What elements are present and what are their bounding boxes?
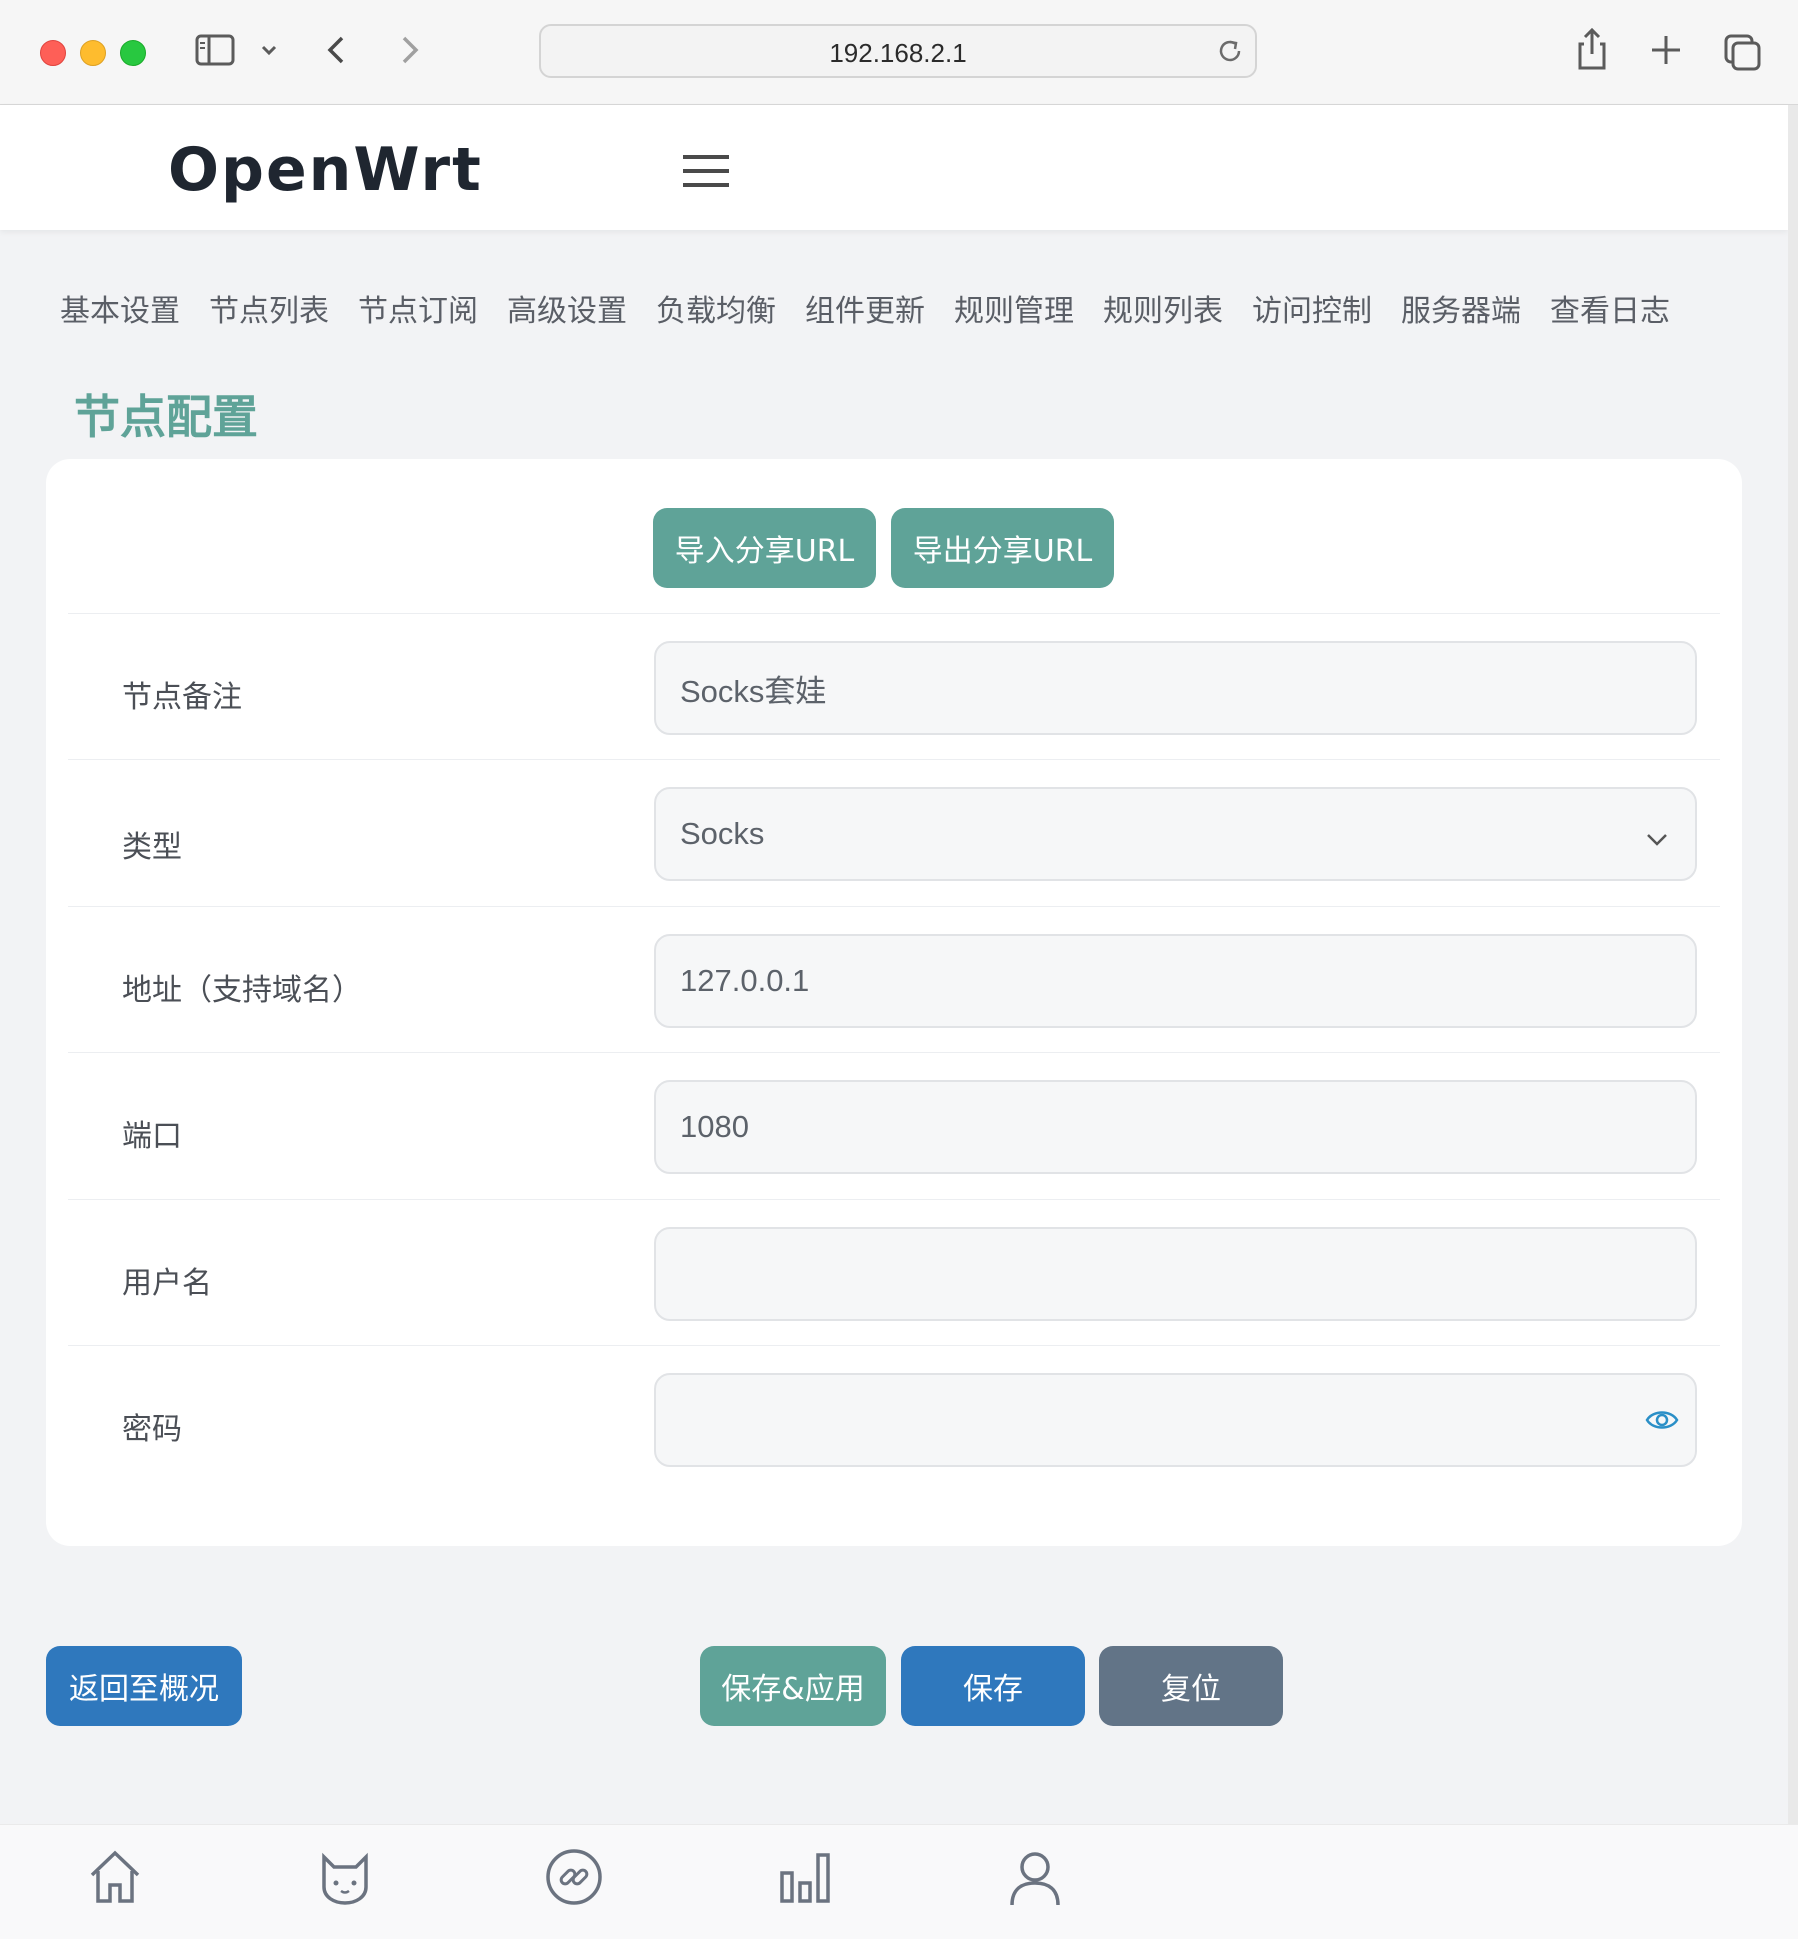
form-row-port: 端口 1080 xyxy=(68,1052,1720,1199)
new-tab-icon[interactable] xyxy=(1648,28,1684,76)
tab-overview-icon[interactable] xyxy=(1722,28,1762,76)
chevron-down-icon[interactable] xyxy=(258,28,280,76)
tab-node-list[interactable]: 节点列表 xyxy=(209,286,329,330)
url-text: 192.168.2.1 xyxy=(829,38,967,68)
zoom-window-button[interactable] xyxy=(120,40,146,66)
tab-rule-management[interactable]: 规则管理 xyxy=(954,286,1074,330)
username-label: 用户名 xyxy=(122,1266,212,1301)
port-input[interactable]: 1080 xyxy=(654,1080,1697,1174)
form-row-remark: 节点备注 Socks套娃 xyxy=(68,613,1720,760)
reset-button[interactable]: 复位 xyxy=(1099,1646,1283,1726)
page-title: 节点配置 xyxy=(74,390,258,444)
remark-value: Socks套娃 xyxy=(680,673,827,709)
remark-input[interactable]: Socks套娃 xyxy=(654,641,1697,735)
bottom-nav-bar xyxy=(0,1824,1798,1939)
tab-node-subscription[interactable]: 节点订阅 xyxy=(358,286,478,330)
tab-access-control[interactable]: 访问控制 xyxy=(1252,286,1372,330)
reload-icon[interactable] xyxy=(1215,36,1245,70)
address-value: 127.0.0.1 xyxy=(680,963,810,998)
save-and-apply-button[interactable]: 保存&应用 xyxy=(700,1646,886,1726)
page-scrollbar[interactable] xyxy=(1788,105,1798,1824)
tab-advanced-settings[interactable]: 高级设置 xyxy=(507,286,627,330)
address-input[interactable]: 127.0.0.1 xyxy=(654,934,1697,1028)
section-tabs: 基本设置 节点列表 节点订阅 高级设置 负载均衡 组件更新 规则管理 规则列表 … xyxy=(60,286,1699,330)
home-icon[interactable] xyxy=(86,1847,144,1911)
hamburger-menu-icon[interactable] xyxy=(683,153,729,193)
username-input[interactable] xyxy=(654,1227,1697,1321)
back-to-overview-button[interactable]: 返回至概况 xyxy=(46,1646,242,1726)
chevron-down-icon xyxy=(1645,823,1669,859)
address-label: 地址（支持域名） xyxy=(122,973,362,1008)
user-icon[interactable] xyxy=(1006,1847,1064,1913)
import-share-url-button[interactable]: 导入分享URL xyxy=(653,508,876,588)
tab-basic-settings[interactable]: 基本设置 xyxy=(60,286,180,330)
tab-view-logs[interactable]: 查看日志 xyxy=(1550,286,1670,330)
share-icon[interactable] xyxy=(1574,26,1610,76)
form-row-username: 用户名 xyxy=(68,1199,1720,1346)
type-value: Socks xyxy=(680,816,765,851)
bar-chart-icon[interactable] xyxy=(778,1847,832,1911)
type-select[interactable]: Socks xyxy=(654,787,1697,881)
password-input[interactable] xyxy=(654,1373,1697,1467)
remark-label: 节点备注 xyxy=(122,680,242,715)
port-label: 端口 xyxy=(122,1119,182,1154)
link-icon[interactable] xyxy=(544,1847,604,1911)
tab-server-side[interactable]: 服务器端 xyxy=(1401,286,1521,330)
node-config-card: 导入分享URL 导出分享URL 节点备注 Socks套娃 类型 Socks 地址… xyxy=(46,459,1742,1546)
form-row-type: 类型 Socks xyxy=(68,759,1720,906)
back-arrow-icon[interactable] xyxy=(322,28,352,76)
port-value: 1080 xyxy=(680,1109,749,1144)
tab-rule-list[interactable]: 规则列表 xyxy=(1103,286,1223,330)
address-bar[interactable]: 192.168.2.1 xyxy=(539,24,1257,78)
form-row-address: 地址（支持域名） 127.0.0.1 xyxy=(68,906,1720,1053)
show-password-eye-icon[interactable] xyxy=(1645,1405,1679,1443)
password-label: 密码 xyxy=(122,1412,182,1447)
minimize-window-button[interactable] xyxy=(80,40,106,66)
tab-component-update[interactable]: 组件更新 xyxy=(805,286,925,330)
export-share-url-button[interactable]: 导出分享URL xyxy=(891,508,1114,588)
form-row-password: 密码 xyxy=(68,1345,1720,1492)
cat-icon[interactable] xyxy=(316,1847,374,1911)
type-label: 类型 xyxy=(122,830,182,865)
forward-arrow-icon[interactable] xyxy=(394,28,424,76)
brand-logo[interactable]: OpenWrt xyxy=(168,135,483,205)
close-window-button[interactable] xyxy=(40,40,66,66)
tab-load-balancing[interactable]: 负载均衡 xyxy=(656,286,776,330)
app-header: OpenWrt xyxy=(0,105,1788,230)
save-button[interactable]: 保存 xyxy=(901,1646,1085,1726)
sidebar-toggle-icon[interactable] xyxy=(194,28,236,76)
browser-toolbar: 192.168.2.1 xyxy=(0,0,1798,105)
